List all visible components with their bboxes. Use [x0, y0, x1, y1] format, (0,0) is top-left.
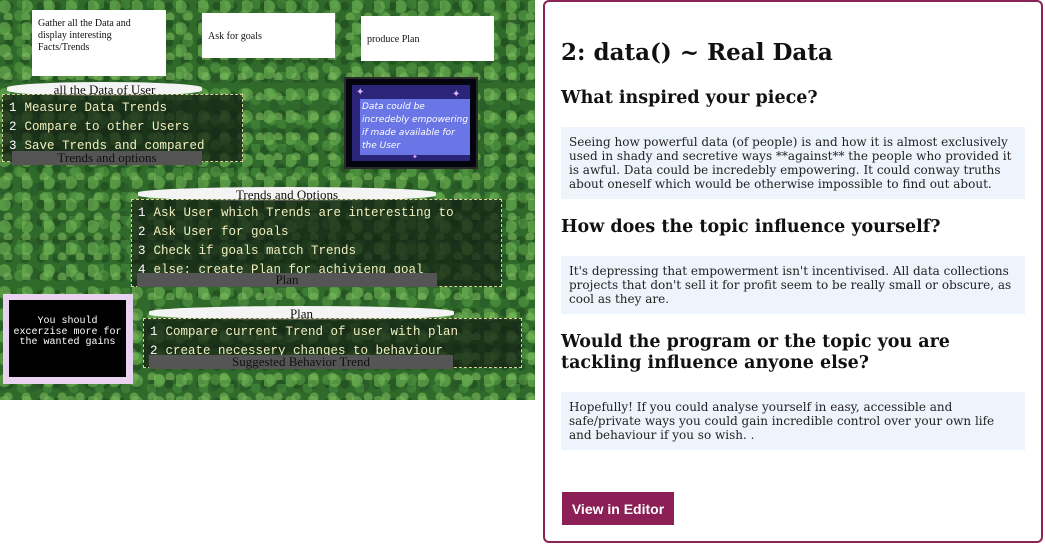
starry-note-text: Data could be incredebly empowering if m…	[360, 99, 470, 155]
view-in-editor-button[interactable]: View in Editor	[562, 492, 674, 525]
answer-inspiration: Seeing how powerful data (of people) is …	[561, 127, 1025, 199]
sticky-note-plan: produce Plan	[361, 16, 494, 61]
starry-note: ✦ ✦ ★ ✦ Data could be incredebly empower…	[344, 77, 478, 169]
project-title: 2: data() ~ Real Data	[561, 39, 833, 66]
project-canvas[interactable]: Gather all the Data and display interest…	[0, 0, 535, 400]
sticky-note-gather: Gather all the Data and display interest…	[32, 10, 166, 76]
block3-footer: Suggested Behavior Trend	[149, 355, 453, 369]
answer-influence-others: Hopefully! If you could analyse yourself…	[561, 392, 1025, 450]
question-inspiration: What inspired your piece?	[561, 88, 818, 108]
block1-footer: Trends and options	[12, 151, 202, 165]
sticky-note-goals: Ask for goals	[202, 13, 335, 58]
question-influence-others: Would the program or the topic you are t…	[561, 332, 950, 373]
question-influence-self: How does the topic influence yourself?	[561, 217, 941, 237]
black-note: You should excerzise more for the wanted…	[9, 300, 126, 377]
block2-footer: Plan	[137, 273, 437, 287]
project-info-panel: 2: data() ~ Real Data What inspired your…	[543, 0, 1043, 543]
answer-influence-self: It's depressing that empowerment isn't i…	[561, 256, 1025, 314]
